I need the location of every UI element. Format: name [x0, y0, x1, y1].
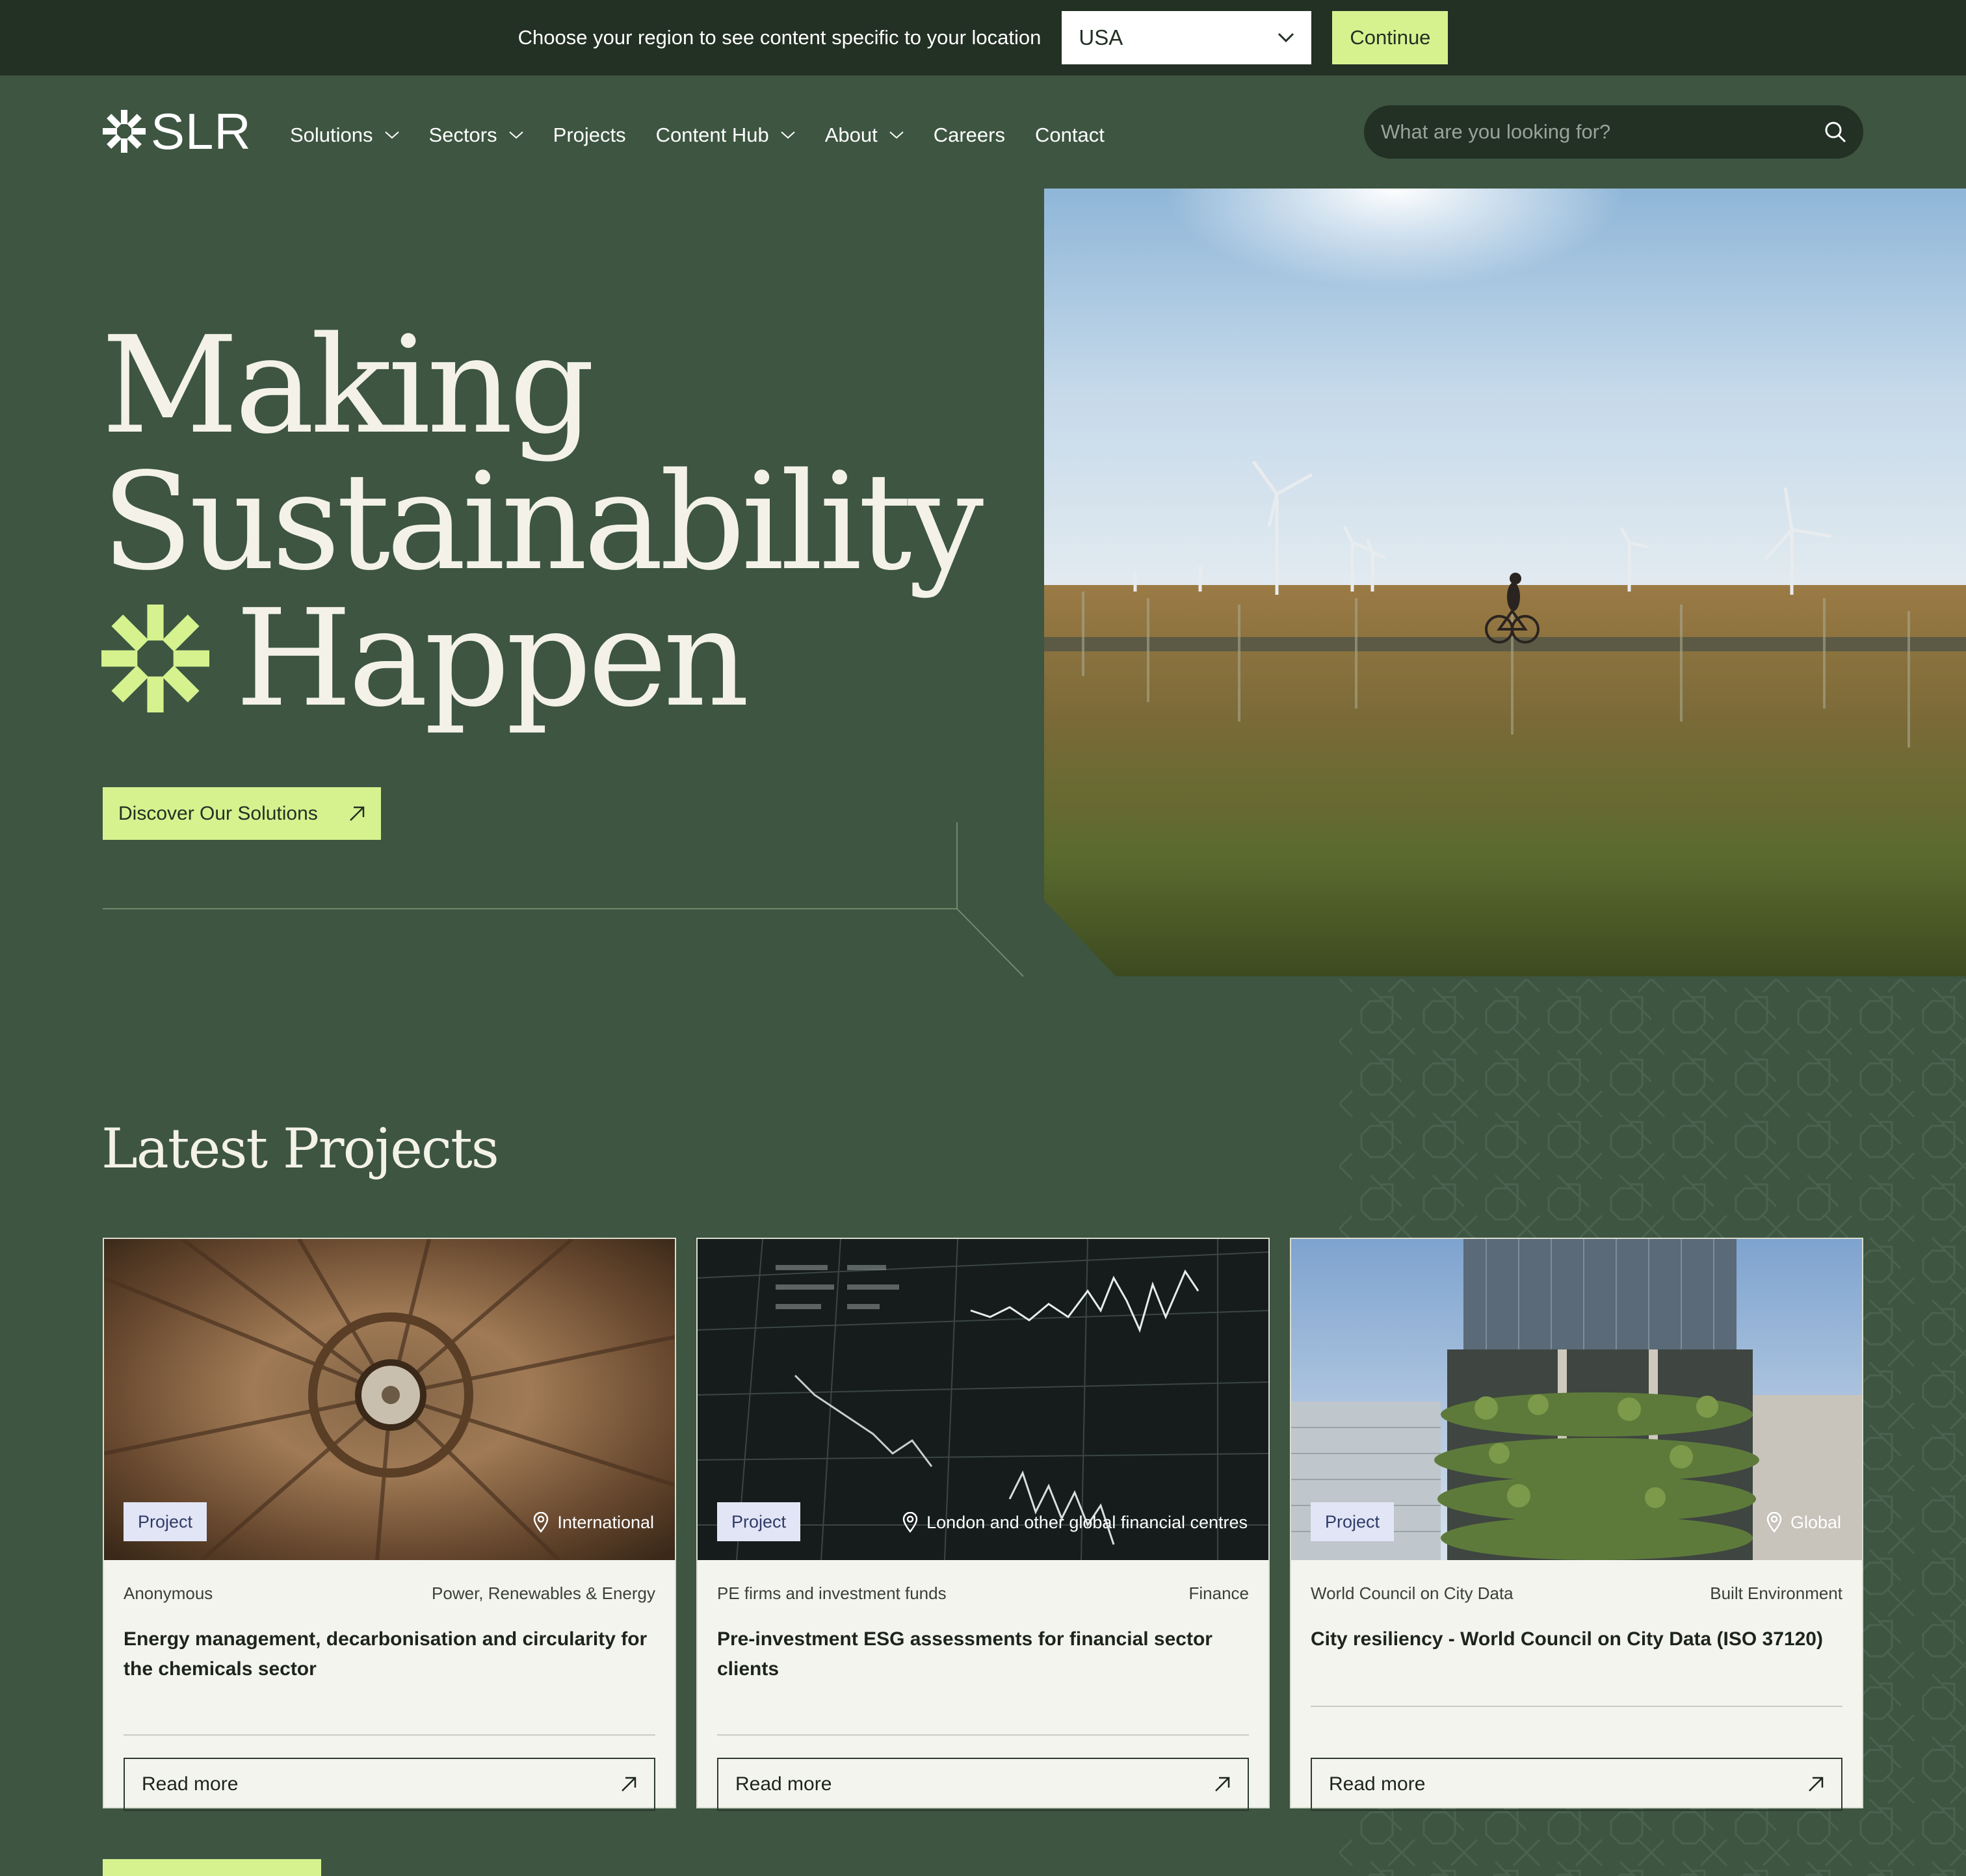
slr-asterisk-icon: [101, 605, 209, 712]
location-pin-icon: [902, 1512, 918, 1533]
project-client: World Council on City Data: [1311, 1583, 1514, 1603]
project-client: PE firms and investment funds: [717, 1583, 947, 1603]
read-more-label: Read more: [142, 1773, 239, 1795]
project-location: International: [532, 1507, 654, 1538]
read-more-label: Read more: [735, 1773, 832, 1795]
read-more-button[interactable]: Read more: [1311, 1758, 1842, 1811]
hero-title-line-3: Happen: [101, 590, 980, 727]
project-card-image: Project International: [104, 1239, 675, 1560]
card-divider: [124, 1734, 655, 1736]
card-divider: [717, 1734, 1249, 1736]
project-client: Anonymous: [124, 1583, 213, 1603]
project-title[interactable]: Pre-investment ESG assessments for finan…: [717, 1624, 1249, 1684]
hero-image-wind-farm-cyclist: [1044, 189, 1966, 976]
location-pin-icon: [1766, 1512, 1782, 1533]
project-card[interactable]: Project Global World Council on City Dat…: [1290, 1238, 1863, 1811]
project-card[interactable]: Project London and other global financia…: [696, 1238, 1270, 1811]
project-location-text: International: [557, 1512, 654, 1532]
project-sector: Power, Renewables & Energy: [432, 1583, 655, 1603]
project-card[interactable]: Project International Anonymous Power, R…: [103, 1238, 676, 1811]
project-sector: Finance: [1188, 1583, 1250, 1603]
project-meta: Anonymous Power, Renewables & Energy: [124, 1583, 655, 1604]
project-card-body: Anonymous Power, Renewables & Energy Ene…: [104, 1583, 675, 1832]
arrow-up-right-icon: [1809, 1777, 1824, 1791]
project-location: London and other global financial centre…: [902, 1507, 1248, 1538]
project-meta: World Council on City Data Built Environ…: [1311, 1583, 1842, 1604]
hero-title-line: Sustainability: [101, 444, 984, 600]
project-card-image: Project London and other global financia…: [698, 1239, 1268, 1560]
project-location-text: Global: [1790, 1512, 1841, 1532]
project-location: Global: [1766, 1507, 1841, 1538]
hero-title-line: Making: [101, 307, 595, 463]
project-meta: PE firms and investment funds Finance: [717, 1583, 1249, 1604]
project-card-image: Project Global: [1291, 1239, 1862, 1560]
view-all-projects-button[interactable]: [103, 1859, 321, 1876]
arrow-up-right-icon: [350, 806, 365, 821]
project-title[interactable]: Energy management, decarbonisation and c…: [124, 1624, 655, 1684]
arrow-up-right-icon: [1215, 1777, 1230, 1791]
project-card-body: PE firms and investment funds Finance Pr…: [698, 1583, 1268, 1832]
discover-button-label: Discover Our Solutions: [118, 802, 318, 824]
project-sector: Built Environment: [1710, 1583, 1842, 1603]
latest-projects-title: Latest Projects: [101, 1117, 499, 1180]
read-more-button[interactable]: Read more: [124, 1758, 655, 1811]
arrow-up-right-icon: [622, 1777, 636, 1791]
project-tag: Project: [124, 1502, 207, 1541]
hero-title: Making Sustainability Happen: [101, 307, 984, 727]
read-more-button[interactable]: Read more: [717, 1758, 1249, 1811]
hero-title-word: Happen: [235, 580, 750, 736]
project-title[interactable]: City resiliency - World Council on City …: [1311, 1624, 1842, 1684]
read-more-label: Read more: [1329, 1773, 1426, 1795]
project-tag: Project: [717, 1502, 801, 1541]
location-pin-icon: [534, 1512, 549, 1533]
project-tag: Project: [1311, 1502, 1395, 1541]
discover-solutions-button[interactable]: Discover Our Solutions: [103, 787, 381, 840]
project-card-body: World Council on City Data Built Environ…: [1291, 1583, 1862, 1832]
project-location-text: London and other global financial centre…: [926, 1512, 1248, 1532]
card-divider: [1311, 1706, 1842, 1707]
